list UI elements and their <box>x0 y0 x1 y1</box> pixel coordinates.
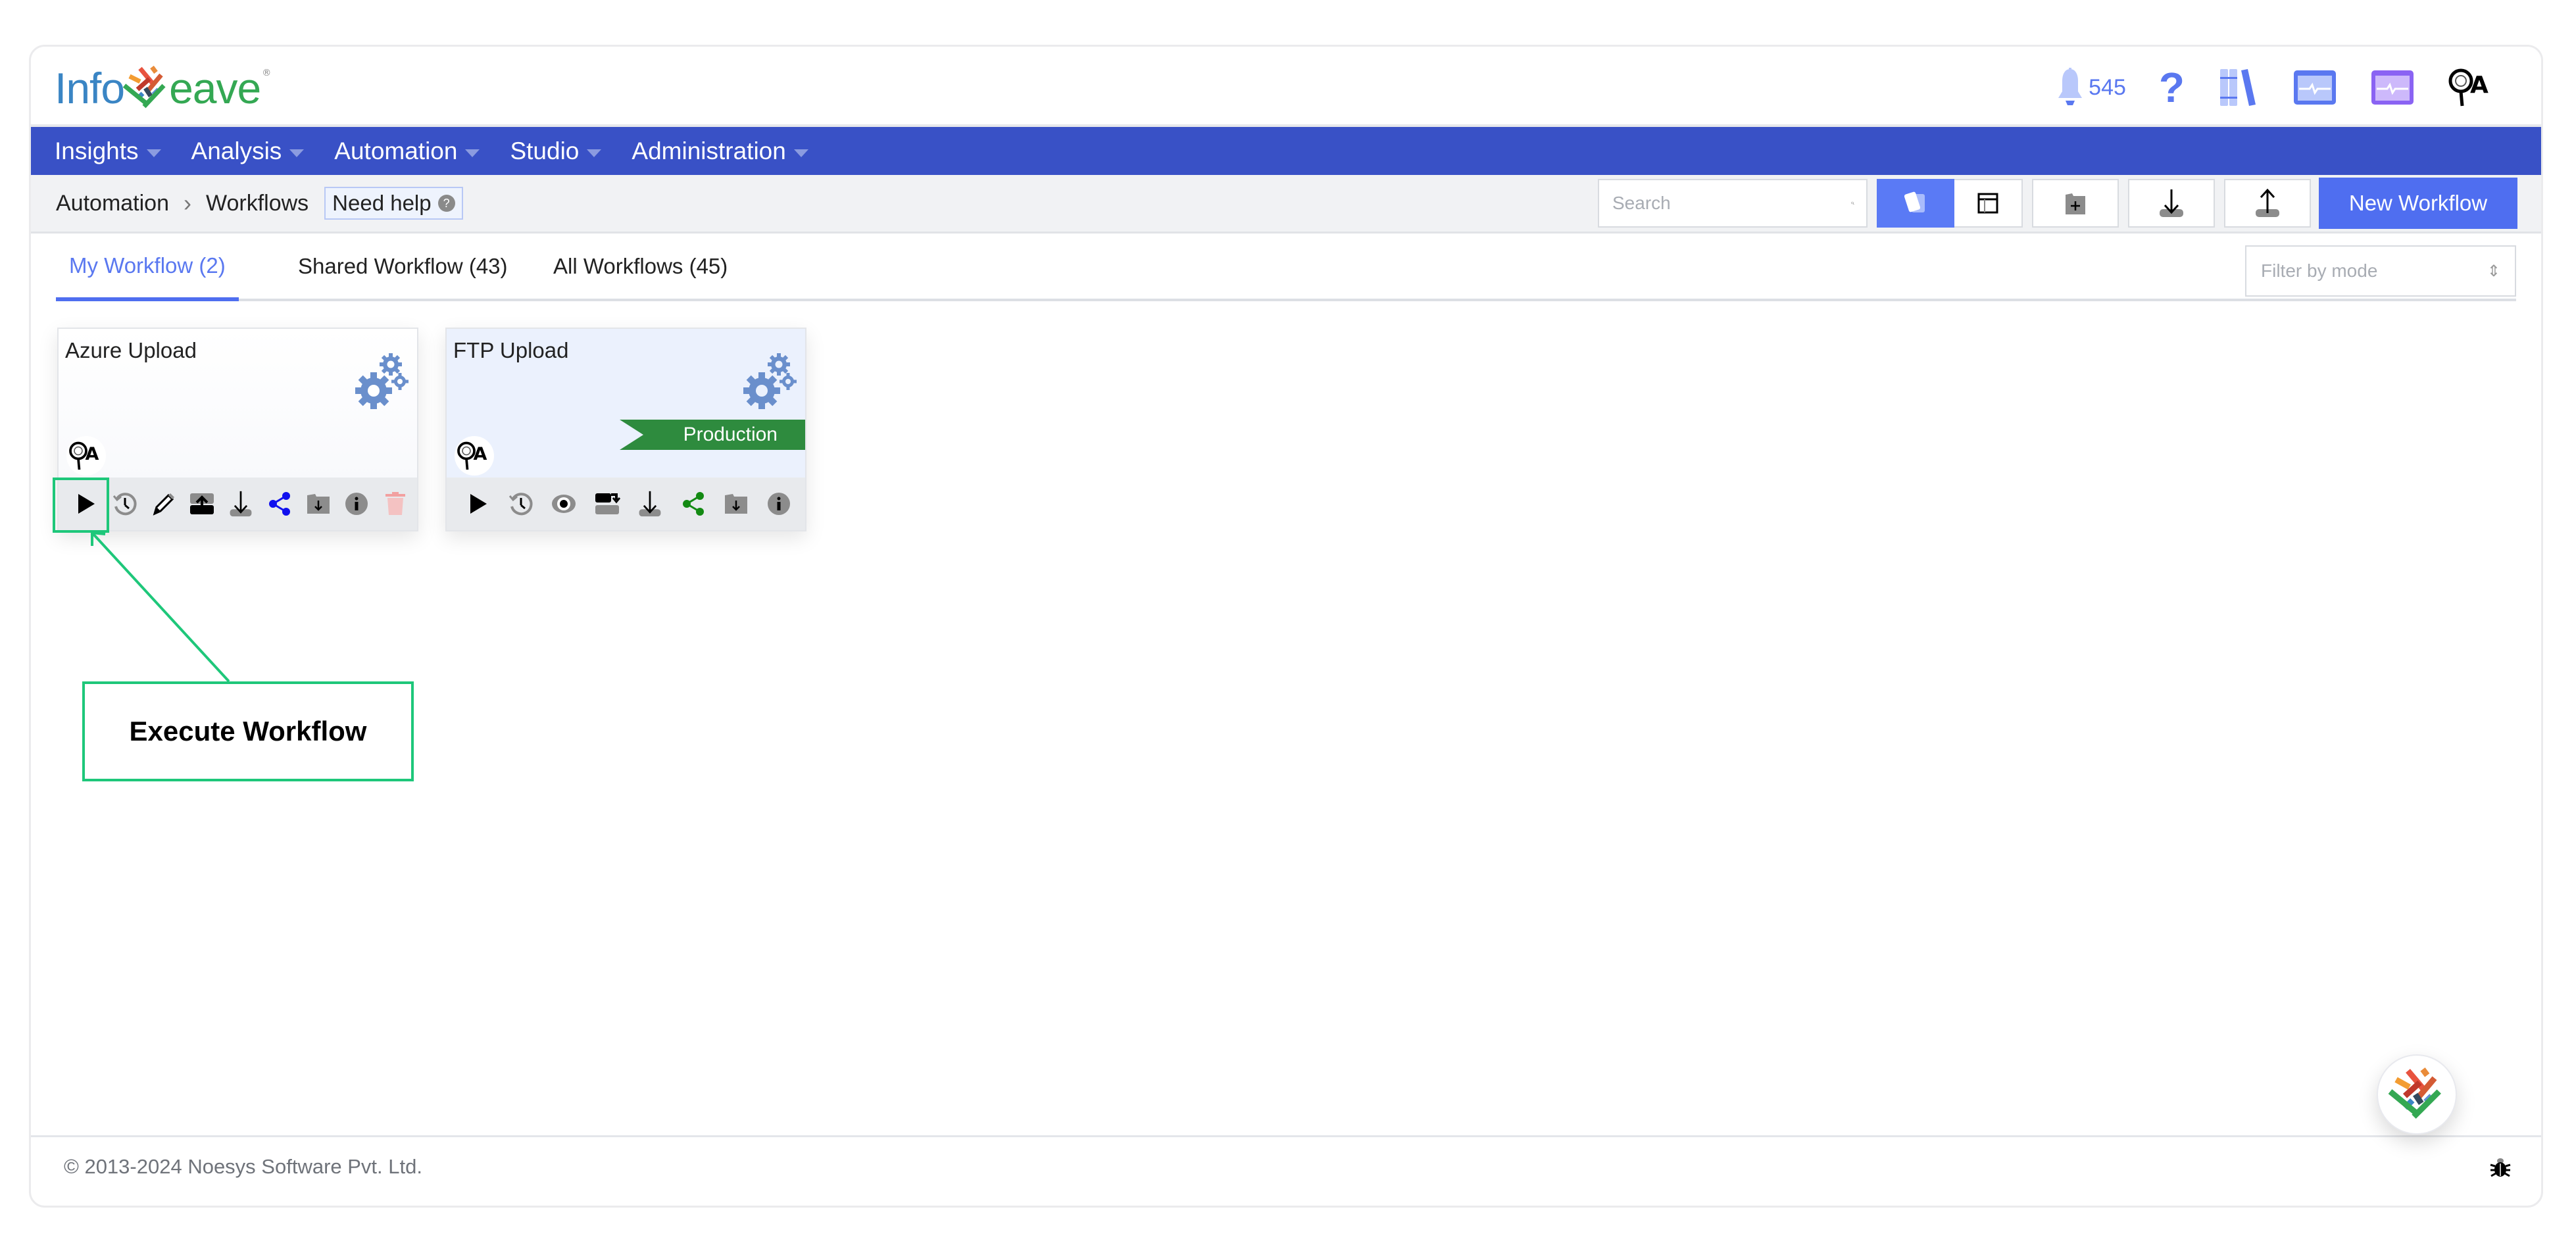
execute-highlight <box>53 478 109 533</box>
annotation-arrow <box>91 531 230 683</box>
annotation-label: Execute Workflow <box>82 681 414 781</box>
